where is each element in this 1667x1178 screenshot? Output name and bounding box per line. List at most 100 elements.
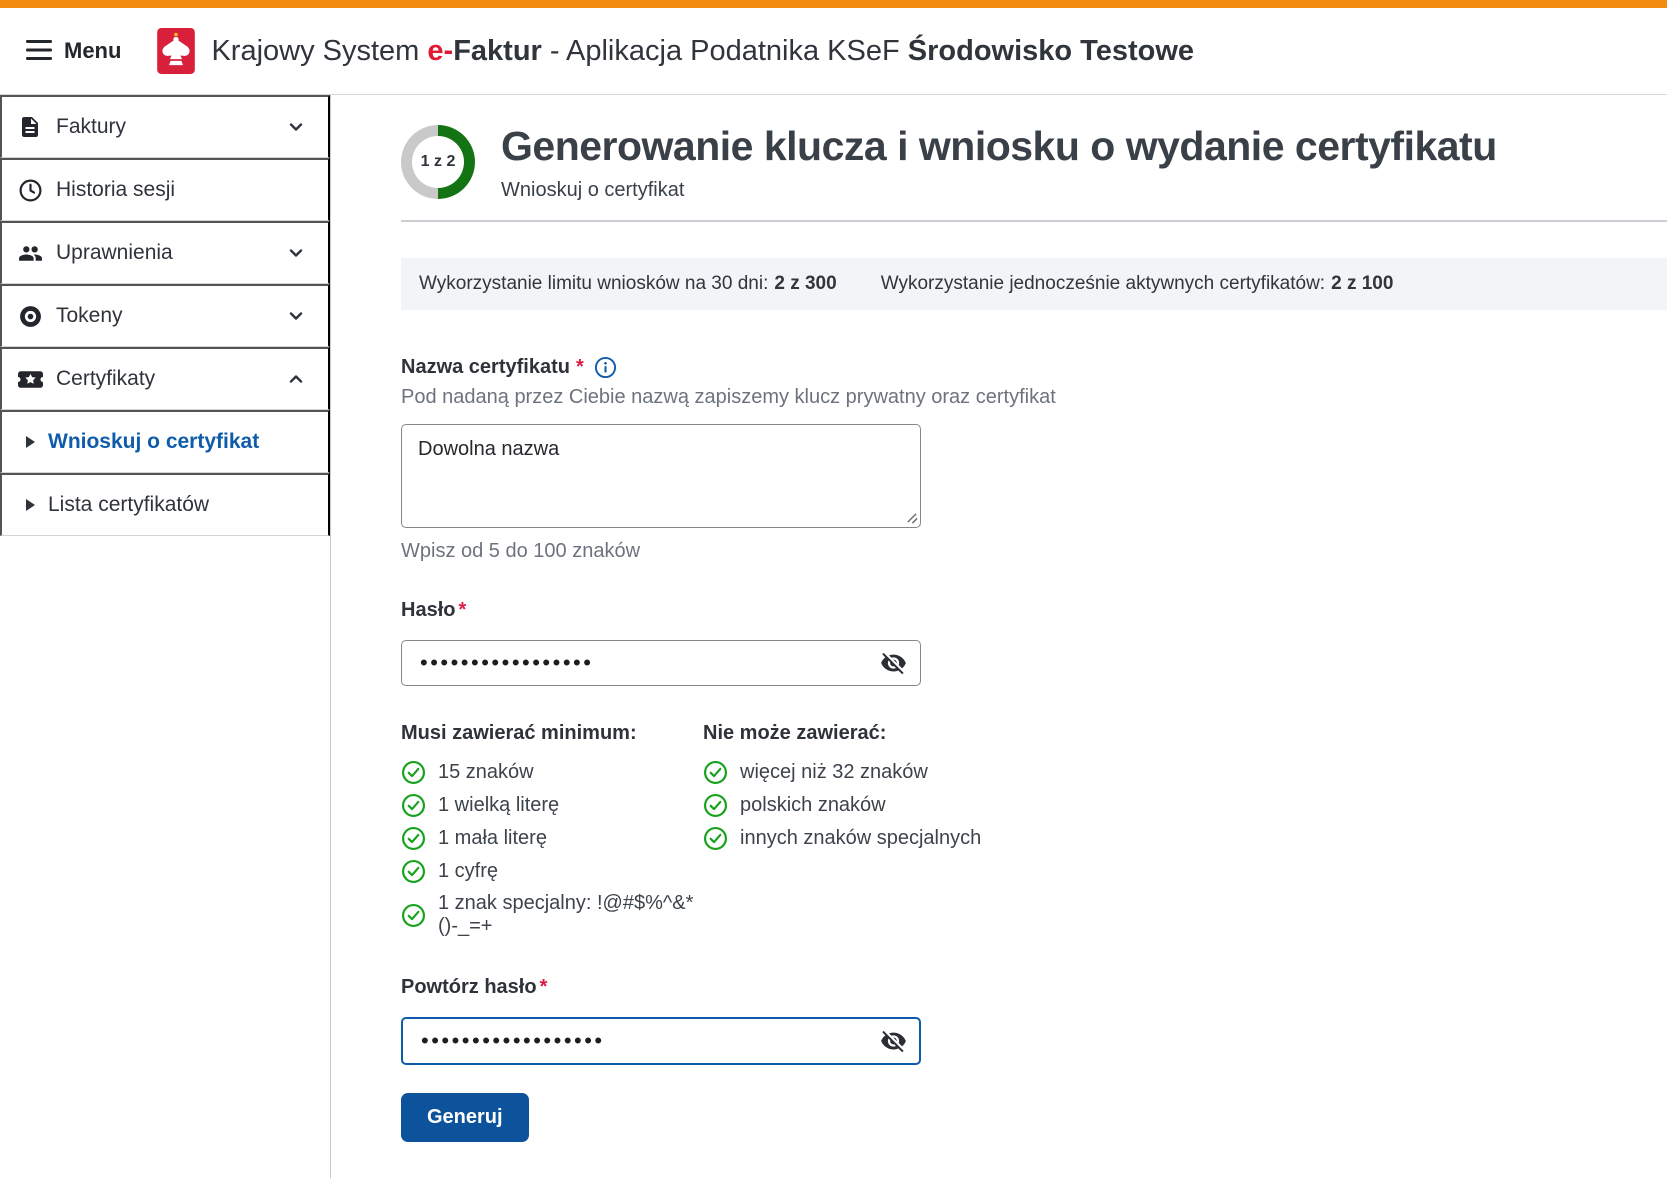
step-label: 1 z 2	[421, 153, 456, 171]
app-root: Menu Krajowy System e-Faktur - Aplikacja…	[0, 0, 1667, 1178]
sidebar-item-certyfikaty[interactable]: Certyfikaty	[0, 347, 330, 410]
check-circle-icon	[401, 793, 426, 818]
check-circle-icon	[401, 826, 426, 851]
check-circle-icon	[703, 826, 728, 851]
page-title: Generowanie klucza i wniosku o wydanie c…	[501, 123, 1497, 170]
check-circle-icon	[401, 903, 426, 928]
check-circle-icon	[401, 859, 426, 884]
usage-bar: Wykorzystanie limitu wniosków na 30 dni:…	[401, 258, 1667, 310]
clock-icon	[16, 178, 44, 203]
app-title-accent: e-	[427, 35, 453, 67]
sidebar-item-label: Faktury	[56, 115, 286, 139]
usage-requests: Wykorzystanie limitu wniosków na 30 dni:…	[419, 273, 837, 295]
required-asterisk: *	[458, 599, 466, 622]
menu-button[interactable]: Menu	[26, 38, 121, 64]
app-title-brand: Faktur	[453, 35, 542, 67]
certificate-form: Nazwa certyfikatu * Pod nadaną przez Cie…	[401, 356, 1667, 1142]
usage-certificates-value: 2 z 100	[1331, 273, 1393, 294]
people-icon	[16, 241, 44, 266]
requirement-text: więcej niż 32 znaków	[740, 761, 928, 784]
requirement-item: 1 znak specjalny: !@#$%^&*()-_=+	[401, 892, 703, 938]
main-content: 1 z 2 Generowanie klucza i wniosku o wyd…	[331, 95, 1667, 1178]
certificate-name-label: Nazwa certyfikatu	[401, 356, 570, 379]
resize-handle-icon[interactable]	[905, 511, 918, 524]
certificate-icon	[16, 367, 44, 392]
sidebar-item-label: Historia sesji	[56, 178, 306, 202]
password-field	[401, 640, 921, 686]
step-progress-ring: 1 z 2	[401, 125, 475, 199]
password-label: Hasło	[401, 599, 455, 622]
sidebar-subitem-label: Wnioskuj o certyfikat	[48, 430, 259, 454]
requirement-item: 1 cyfrę	[401, 859, 703, 884]
usage-requests-value: 2 z 300	[774, 273, 836, 294]
sidebar-subitem-label: Lista certyfikatów	[48, 493, 209, 517]
document-icon	[16, 114, 44, 140]
sidebar-item-uprawnienia[interactable]: Uprawnienia	[0, 221, 330, 284]
hamburger-icon	[26, 40, 52, 63]
sidebar-item-label: Tokeny	[56, 304, 286, 328]
repeat-password-label-row: Powtórz hasło *	[401, 976, 1667, 999]
requirement-text: 1 cyfrę	[438, 860, 498, 883]
requirement-text: 1 znak specjalny: !@#$%^&*()-_=+	[438, 892, 703, 938]
section-divider	[401, 220, 1667, 222]
toggle-password-visibility-button[interactable]	[878, 648, 909, 679]
usage-requests-label: Wykorzystanie limitu wniosków na 30 dni:	[419, 273, 768, 294]
requirement-text: polskich znaków	[740, 794, 886, 817]
sidebar-subitem-lista-certyfikatow[interactable]: Lista certyfikatów	[0, 473, 330, 536]
certificate-name-label-row: Nazwa certyfikatu *	[401, 356, 1667, 379]
sidebar-subitem-wnioskuj-o-certyfikat[interactable]: Wnioskuj o certyfikat	[0, 410, 330, 473]
coat-of-arms-logo	[157, 28, 195, 74]
required-asterisk: *	[576, 356, 584, 379]
chevron-up-icon	[286, 369, 306, 389]
generate-button[interactable]: Generuj	[401, 1093, 529, 1142]
usage-certificates: Wykorzystanie jednocześnie aktywnych cer…	[881, 273, 1394, 295]
password-label-row: Hasło *	[401, 599, 1667, 622]
page-header: 1 z 2 Generowanie klucza i wniosku o wyd…	[401, 123, 1667, 202]
sidebar-item-label: Uprawnienia	[56, 241, 286, 265]
sidebar-item-historia-sesji[interactable]: Historia sesji	[0, 158, 330, 221]
requirement-text: 1 mała literę	[438, 827, 547, 850]
requirement-text: 1 wielką literę	[438, 794, 559, 817]
check-circle-icon	[703, 793, 728, 818]
chevron-down-icon	[286, 306, 306, 326]
requirement-item: 15 znaków	[401, 760, 703, 785]
certificate-name-input[interactable]: Dowolna nazwa	[401, 424, 921, 528]
repeat-password-label: Powtórz hasło	[401, 976, 537, 999]
sidebar-item-faktury[interactable]: Faktury	[0, 95, 330, 158]
repeat-password-input[interactable]	[401, 1017, 921, 1065]
requirement-item: polskich znaków	[703, 793, 981, 818]
requirements-must-column: Musi zawierać minimum: 15 znaków 1 wielk…	[401, 722, 703, 946]
certificate-name-hint: Wpisz od 5 do 100 znaków	[401, 540, 1667, 563]
requirement-item: innych znaków specjalnych	[703, 826, 981, 851]
app-header: Menu Krajowy System e-Faktur - Aplikacja…	[0, 8, 1667, 95]
triangle-right-icon	[26, 499, 35, 511]
password-input[interactable]	[401, 640, 921, 686]
info-icon[interactable]	[594, 356, 617, 379]
app-title-prefix: Krajowy System	[211, 35, 427, 67]
repeat-password-field	[401, 1017, 921, 1065]
eye-off-icon	[880, 650, 907, 677]
check-circle-icon	[401, 760, 426, 785]
certificate-name-help: Pod nadaną przez Ciebie nazwą zapiszemy …	[401, 386, 1667, 409]
certificate-name-field: Dowolna nazwa	[401, 424, 921, 528]
sidebar-item-tokeny[interactable]: Tokeny	[0, 284, 330, 347]
sidebar-item-label: Certyfikaty	[56, 367, 286, 391]
app-title-environment: Środowisko Testowe	[908, 35, 1194, 67]
toggle-repeat-password-visibility-button[interactable]	[878, 1026, 909, 1057]
app-title-middle: - Aplikacja Podatnika KSeF	[542, 35, 908, 67]
page-subtitle: Wnioskuj o certyfikat	[501, 179, 1497, 202]
requirement-item: więcej niż 32 znaków	[703, 760, 981, 785]
requirement-item: 1 wielką literę	[401, 793, 703, 818]
requirement-text: innych znaków specjalnych	[740, 827, 981, 850]
top-accent-bar	[0, 0, 1667, 8]
token-icon	[16, 304, 44, 329]
requirement-item: 1 mała literę	[401, 826, 703, 851]
required-asterisk: *	[540, 976, 548, 999]
requirements-must-header: Musi zawierać minimum:	[401, 722, 703, 745]
eye-off-icon	[880, 1028, 907, 1055]
check-circle-icon	[703, 760, 728, 785]
requirement-text: 15 znaków	[438, 761, 534, 784]
requirements-cannot-header: Nie może zawierać:	[703, 722, 981, 745]
chevron-down-icon	[286, 117, 306, 137]
triangle-right-icon	[26, 436, 35, 448]
